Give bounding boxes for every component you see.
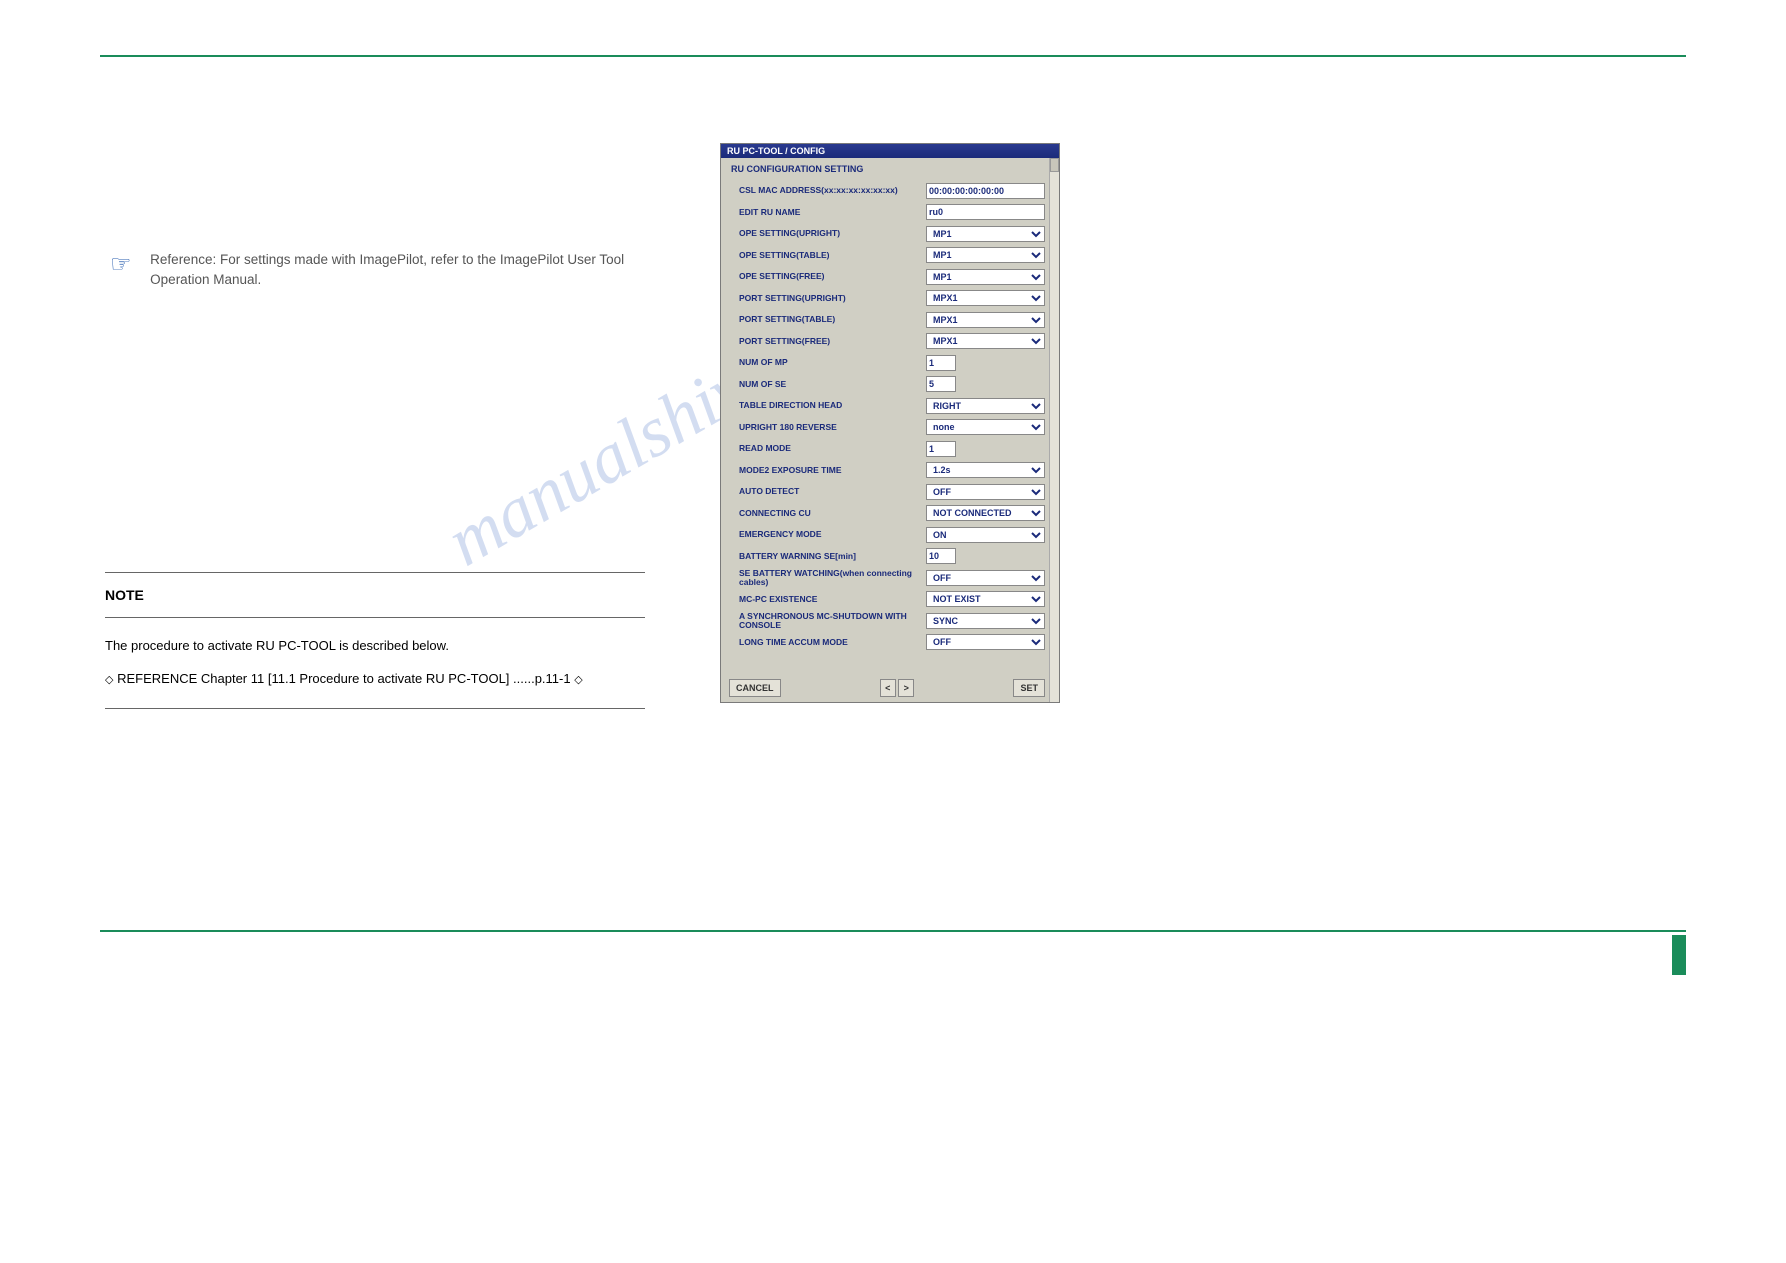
label-port-free: PORT SETTING(FREE) — [731, 337, 926, 346]
input-read-mode[interactable] — [926, 441, 956, 457]
input-num-se[interactable] — [926, 376, 956, 392]
reference-text: Reference: For settings made with ImageP… — [150, 250, 650, 291]
note-steps-text: REFERENCE Chapter 11 [11.1 Procedure to … — [117, 671, 571, 686]
next-button[interactable]: > — [898, 679, 914, 697]
row-mcpc: MC-PC EXISTENCE NOT EXIST — [731, 589, 1045, 611]
page-edge-tab — [1672, 935, 1686, 975]
scrollbar-thumb[interactable] — [1050, 158, 1059, 172]
dialog-body: RU CONFIGURATION SETTING CSL MAC ADDRESS… — [721, 158, 1049, 676]
footer-rule — [100, 930, 1686, 932]
label-longtime: LONG TIME ACCUM MODE — [731, 638, 926, 647]
prev-button[interactable]: < — [880, 679, 896, 697]
select-emerg[interactable]: ON — [926, 527, 1045, 543]
select-port-upright[interactable]: MPX1 — [926, 290, 1045, 306]
label-sync: A SYNCHRONOUS MC-SHUTDOWN WITH CONSOLE — [731, 612, 926, 630]
label-conn-cu: CONNECTING CU — [731, 509, 926, 518]
select-ope-free[interactable]: MP1 — [926, 269, 1045, 285]
input-csl-mac[interactable] — [926, 183, 1045, 199]
label-port-upright: PORT SETTING(UPRIGHT) — [731, 294, 926, 303]
select-port-table[interactable]: MPX1 — [926, 312, 1045, 328]
row-read-mode: READ MODE — [731, 438, 1045, 460]
select-ope-upright[interactable]: MP1 — [926, 226, 1045, 242]
row-emerg: EMERGENCY MODE ON — [731, 524, 1045, 546]
input-edit-ru[interactable] — [926, 204, 1045, 220]
row-se-batt: SE BATTERY WATCHING(when connecting cabl… — [731, 567, 1045, 589]
diamond-icon: ◇ — [105, 674, 113, 686]
label-se-batt: SE BATTERY WATCHING(when connecting cabl… — [731, 569, 926, 587]
row-num-se: NUM OF SE — [731, 374, 1045, 396]
label-port-table: PORT SETTING(TABLE) — [731, 315, 926, 324]
row-port-table: PORT SETTING(TABLE) MPX1 — [731, 309, 1045, 331]
label-batt-warn: BATTERY WARNING SE[min] — [731, 552, 926, 561]
pager: < > — [880, 679, 915, 697]
select-table-dir[interactable]: RIGHT — [926, 398, 1045, 414]
row-longtime: LONG TIME ACCUM MODE OFF — [731, 632, 1045, 654]
set-button[interactable]: SET — [1013, 679, 1045, 697]
row-sync: A SYNCHRONOUS MC-SHUTDOWN WITH CONSOLE S… — [731, 610, 1045, 632]
label-edit-ru: EDIT RU NAME — [731, 208, 926, 217]
select-sync[interactable]: SYNC — [926, 613, 1045, 629]
select-se-batt[interactable]: OFF — [926, 570, 1045, 586]
select-ope-table[interactable]: MP1 — [926, 247, 1045, 263]
pointing-hand-icon: ☞ — [110, 250, 146, 279]
select-conn-cu[interactable]: NOT CONNECTED — [926, 505, 1045, 521]
note-body-line1: The procedure to activate RU PC-TOOL is … — [105, 630, 645, 663]
label-num-se: NUM OF SE — [731, 380, 926, 389]
diamond-icon: ◇ — [574, 674, 582, 686]
select-upright180[interactable]: none — [926, 419, 1045, 435]
label-mcpc: MC-PC EXISTENCE — [731, 595, 926, 604]
note-title: NOTE — [105, 585, 645, 605]
label-mode2: MODE2 EXPOSURE TIME — [731, 466, 926, 475]
row-batt-warn: BATTERY WARNING SE[min] — [731, 546, 1045, 568]
row-csl-mac: CSL MAC ADDRESS(xx:xx:xx:xx:xx:xx) — [731, 180, 1045, 202]
note-block: NOTE The procedure to activate RU PC-TOO… — [105, 560, 645, 721]
row-table-dir: TABLE DIRECTION HEAD RIGHT — [731, 395, 1045, 417]
select-auto-detect[interactable]: OFF — [926, 484, 1045, 500]
row-auto-detect: AUTO DETECT OFF — [731, 481, 1045, 503]
input-batt-warn[interactable] — [926, 548, 956, 564]
row-port-free: PORT SETTING(FREE) MPX1 — [731, 331, 1045, 353]
row-upright180: UPRIGHT 180 REVERSE none — [731, 417, 1045, 439]
note-steps: ◇ REFERENCE Chapter 11 [11.1 Procedure t… — [105, 663, 645, 696]
note-rule-top — [105, 572, 645, 573]
group-title: RU CONFIGURATION SETTING — [731, 164, 1045, 174]
select-port-free[interactable]: MPX1 — [926, 333, 1045, 349]
select-longtime[interactable]: OFF — [926, 634, 1045, 650]
row-mode2: MODE2 EXPOSURE TIME 1.2s — [731, 460, 1045, 482]
input-num-mp[interactable] — [926, 355, 956, 371]
label-table-dir: TABLE DIRECTION HEAD — [731, 401, 926, 410]
note-rule-bottom — [105, 708, 645, 709]
label-upright180: UPRIGHT 180 REVERSE — [731, 423, 926, 432]
config-dialog: RU PC-TOOL / CONFIG RU CONFIGURATION SET… — [720, 143, 1060, 703]
select-mode2[interactable]: 1.2s — [926, 462, 1045, 478]
row-ope-free: OPE SETTING(FREE) MP1 — [731, 266, 1045, 288]
label-ope-upright: OPE SETTING(UPRIGHT) — [731, 229, 926, 238]
label-csl-mac: CSL MAC ADDRESS(xx:xx:xx:xx:xx:xx) — [731, 186, 926, 195]
note-rule-mid — [105, 617, 645, 618]
row-port-upright: PORT SETTING(UPRIGHT) MPX1 — [731, 288, 1045, 310]
header-rule — [100, 55, 1686, 57]
left-column: ☞ Reference: For settings made with Imag… — [110, 250, 670, 291]
label-emerg: EMERGENCY MODE — [731, 530, 926, 539]
label-read-mode: READ MODE — [731, 444, 926, 453]
row-edit-ru: EDIT RU NAME — [731, 202, 1045, 224]
row-ope-upright: OPE SETTING(UPRIGHT) MP1 — [731, 223, 1045, 245]
row-num-mp: NUM OF MP — [731, 352, 1045, 374]
dialog-footer: CANCEL < > SET — [729, 678, 1045, 698]
row-conn-cu: CONNECTING CU NOT CONNECTED — [731, 503, 1045, 525]
label-num-mp: NUM OF MP — [731, 358, 926, 367]
label-auto-detect: AUTO DETECT — [731, 487, 926, 496]
dialog-scrollbar[interactable] — [1049, 158, 1059, 702]
cancel-button[interactable]: CANCEL — [729, 679, 781, 697]
row-ope-table: OPE SETTING(TABLE) MP1 — [731, 245, 1045, 267]
dialog-titlebar: RU PC-TOOL / CONFIG — [721, 144, 1059, 158]
select-mcpc[interactable]: NOT EXIST — [926, 591, 1045, 607]
label-ope-table: OPE SETTING(TABLE) — [731, 251, 926, 260]
label-ope-free: OPE SETTING(FREE) — [731, 272, 926, 281]
